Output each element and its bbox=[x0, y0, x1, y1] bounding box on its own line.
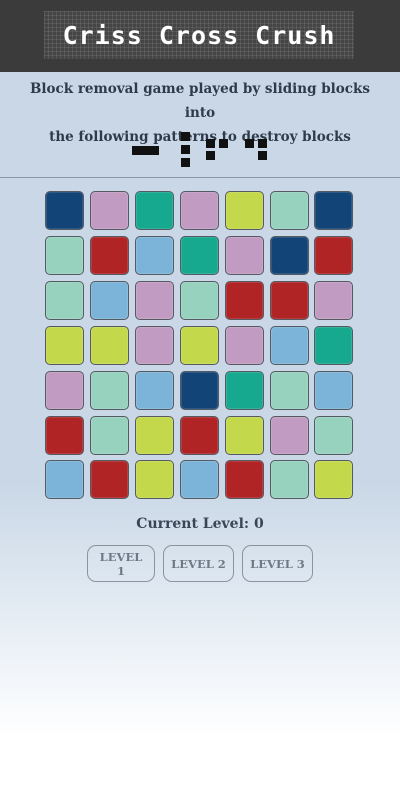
board-tile[interactable] bbox=[45, 326, 84, 365]
board-tile[interactable] bbox=[180, 191, 219, 230]
level-2-button[interactable]: LEVEL 2 bbox=[163, 545, 234, 582]
board-tile[interactable] bbox=[45, 236, 84, 275]
current-level: Current Level: 0 bbox=[136, 516, 264, 532]
board-tile[interactable] bbox=[135, 416, 174, 455]
board-tile[interactable] bbox=[270, 326, 309, 365]
board-tile[interactable] bbox=[314, 236, 353, 275]
board-tile[interactable] bbox=[180, 281, 219, 320]
board-tile[interactable] bbox=[45, 371, 84, 410]
game-board bbox=[0, 0, 400, 520]
board-tile[interactable] bbox=[225, 371, 264, 410]
board-tile[interactable] bbox=[180, 326, 219, 365]
board-tile[interactable] bbox=[135, 281, 174, 320]
board-tile[interactable] bbox=[180, 236, 219, 275]
board-tile[interactable] bbox=[90, 191, 129, 230]
board-tile[interactable] bbox=[225, 326, 264, 365]
board-tile[interactable] bbox=[135, 191, 174, 230]
board-tile[interactable] bbox=[90, 236, 129, 275]
board-tile[interactable] bbox=[180, 416, 219, 455]
board-tile[interactable] bbox=[135, 460, 174, 499]
board-tile[interactable] bbox=[90, 326, 129, 365]
board-tile[interactable] bbox=[45, 281, 84, 320]
board-tile[interactable] bbox=[270, 371, 309, 410]
board-tile[interactable] bbox=[225, 416, 264, 455]
board-tile[interactable] bbox=[225, 191, 264, 230]
board-tile[interactable] bbox=[314, 371, 353, 410]
board-tile[interactable] bbox=[90, 371, 129, 410]
board-tile[interactable] bbox=[314, 191, 353, 230]
board-tile[interactable] bbox=[225, 281, 264, 320]
board-tile[interactable] bbox=[135, 371, 174, 410]
level-3-button[interactable]: LEVEL 3 bbox=[242, 545, 313, 582]
board-tile[interactable] bbox=[270, 281, 309, 320]
board-tile[interactable] bbox=[314, 281, 353, 320]
board-tile[interactable] bbox=[225, 460, 264, 499]
board-tile[interactable] bbox=[135, 236, 174, 275]
board-tile[interactable] bbox=[45, 191, 84, 230]
board-tile[interactable] bbox=[45, 460, 84, 499]
board-tile[interactable] bbox=[314, 460, 353, 499]
board-tile[interactable] bbox=[314, 326, 353, 365]
board-tile[interactable] bbox=[314, 416, 353, 455]
board-tile[interactable] bbox=[270, 460, 309, 499]
board-tile[interactable] bbox=[135, 326, 174, 365]
board-tile[interactable] bbox=[180, 371, 219, 410]
level-1-button[interactable]: LEVEL 1 bbox=[87, 545, 155, 582]
board-tile[interactable] bbox=[45, 416, 84, 455]
board-tile[interactable] bbox=[90, 416, 129, 455]
board-tile[interactable] bbox=[180, 460, 219, 499]
board-tile[interactable] bbox=[270, 236, 309, 275]
board-tile[interactable] bbox=[270, 191, 309, 230]
board-tile[interactable] bbox=[225, 236, 264, 275]
board-tile[interactable] bbox=[90, 460, 129, 499]
board-tile[interactable] bbox=[270, 416, 309, 455]
board-tile[interactable] bbox=[90, 281, 129, 320]
